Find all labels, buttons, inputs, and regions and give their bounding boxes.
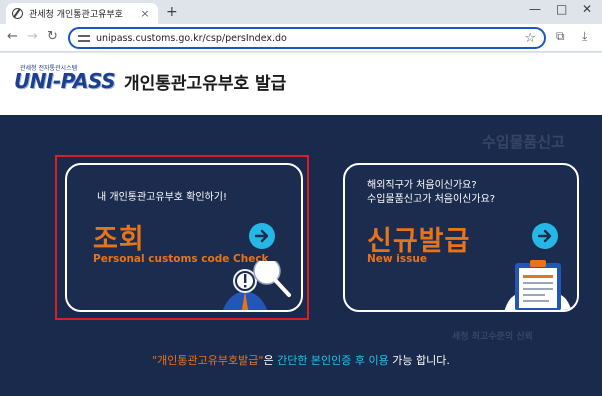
- arrow-right-icon: [537, 229, 552, 243]
- lookup-card[interactable]: 내 개인통관고유부호 확인하기! 조회 Personal customs cod…: [65, 163, 303, 312]
- main-panel: 수입물품신고 세청 최고수준의 신뢰 내 개인통관고유부호 확인하기! 조회 P…: [0, 115, 602, 396]
- footer-text-part1: 은: [263, 354, 278, 367]
- address-bar[interactable]: unipass.customs.go.kr/csp/persIndex.do ☆: [68, 27, 546, 49]
- bookmark-star-icon[interactable]: ☆: [524, 31, 536, 46]
- magnifier-person-icon: [222, 261, 291, 310]
- background-watermark-text: 세청 최고수준의 신뢰: [452, 332, 533, 342]
- logo-wordmark: UNI-PASS: [14, 69, 116, 93]
- url-text[interactable]: unipass.customs.go.kr/csp/persIndex.do: [96, 33, 524, 44]
- background-watermark-text: 수입물품신고: [482, 133, 565, 151]
- extensions-icon[interactable]: ⧉: [556, 29, 565, 44]
- new-issue-card[interactable]: 해외직구가 처음이신가요? 수입물품신고가 처음이신가요? 신규발급 New i…: [343, 163, 579, 312]
- tab-title: 관세청 개인통관고유부호: [29, 10, 123, 20]
- footer-notice: "개인통관고유부호발급"은 간단한 본인인증 후 이용 가능 합니다.: [0, 352, 602, 368]
- footer-text-part2: 가능 합니다.: [388, 354, 450, 367]
- tab-strip: 관세청 개인통관고유부호 × + — □ ✕: [0, 0, 602, 24]
- window-close-icon[interactable]: ✕: [582, 2, 592, 16]
- tab-close-icon[interactable]: ×: [138, 7, 152, 20]
- site-settings-icon[interactable]: [78, 33, 90, 43]
- browser-toolbar: ← → ↻ unipass.customs.go.kr/csp/persInde…: [0, 24, 602, 52]
- unipass-logo[interactable]: 관세청 전자통관시스템 UNI-PASS: [14, 63, 118, 99]
- footer-highlight: 간단한 본인인증 후 이용: [277, 354, 389, 367]
- reload-icon[interactable]: ↻: [47, 29, 58, 44]
- clipboard-document-icon: [504, 260, 572, 310]
- site-favicon-icon: [12, 8, 23, 19]
- lookup-card-heading: 조회: [93, 224, 145, 255]
- download-icon[interactable]: ⤓: [582, 29, 587, 44]
- footer-service-name: "개인통관고유부호발급": [152, 354, 264, 367]
- maximize-icon[interactable]: □: [556, 2, 567, 16]
- minimize-icon[interactable]: —: [529, 2, 541, 16]
- back-icon[interactable]: ←: [7, 29, 18, 44]
- new-issue-card-english: New issue: [367, 253, 427, 265]
- forward-icon[interactable]: →: [27, 29, 38, 44]
- new-tab-button[interactable]: +: [166, 4, 178, 20]
- lookup-card-subtitle: 내 개인통관고유부호 확인하기!: [97, 192, 227, 203]
- site-header: 관세청 전자통관시스템 UNI-PASS 개인통관고유부호 발급: [0, 53, 602, 115]
- browser-tab[interactable]: 관세청 개인통관고유부호 ×: [6, 3, 158, 24]
- new-issue-arrow-button[interactable]: [532, 223, 558, 249]
- page-title: 개인통관고유부호 발급: [124, 74, 287, 94]
- lookup-arrow-button[interactable]: [249, 223, 275, 249]
- arrow-right-icon: [254, 229, 269, 243]
- new-issue-card-subtitle: 해외직구가 처음이신가요? 수입물품신고가 처음이신가요?: [367, 180, 496, 205]
